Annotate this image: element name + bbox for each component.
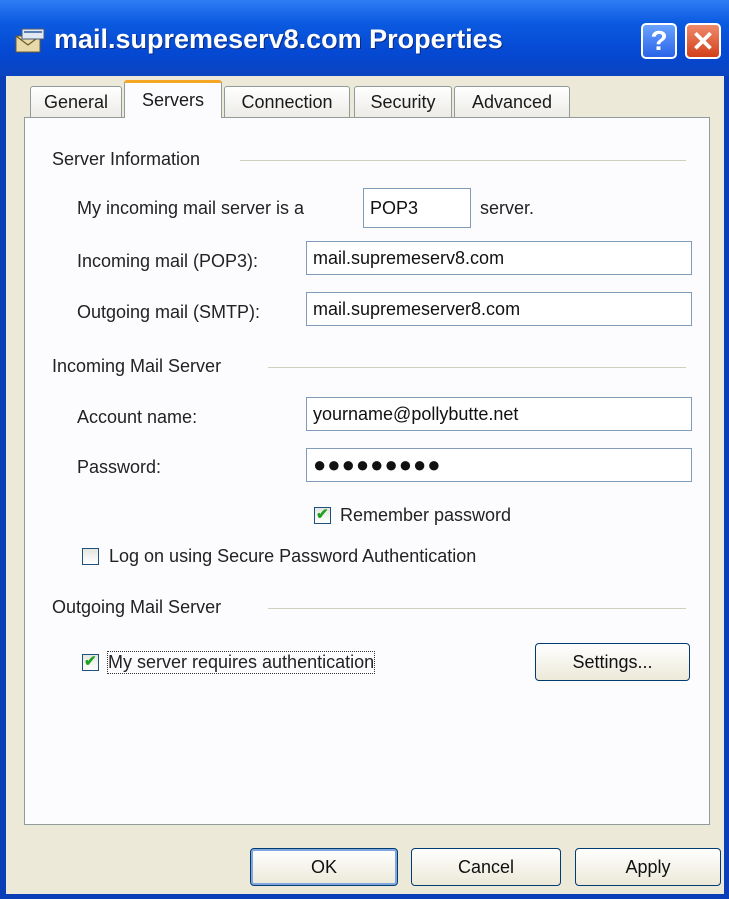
remember-password-label: Remember password (340, 505, 512, 525)
tab-label: Connection (241, 91, 333, 112)
incoming-type-label: My incoming mail server is a (77, 198, 305, 218)
tab-security[interactable]: Security (354, 86, 452, 117)
cancel-button[interactable]: Cancel (411, 848, 561, 886)
close-button[interactable]: ✕ (685, 23, 721, 59)
outgoing-mail-input[interactable]: mail.supremeserver8.com (306, 292, 692, 326)
outgoing-mail-label: Outgoing mail (SMTP): (77, 302, 261, 322)
divider (240, 160, 686, 161)
incoming-mail-label: Incoming mail (POP3): (77, 251, 259, 271)
server-information-heading: Server Information (52, 149, 209, 170)
tab-label: Security (370, 91, 436, 112)
divider (268, 608, 686, 609)
apply-button-label: Apply (625, 856, 671, 877)
checkmark-icon: ✔ (316, 506, 329, 523)
smtp-auth-checkbox[interactable]: ✔ (82, 653, 99, 671)
tab-label: Advanced (471, 91, 553, 112)
incoming-mail-server-heading: Incoming Mail Server (52, 356, 230, 377)
ok-button[interactable]: OK (250, 848, 398, 886)
spa-checkbox[interactable] (82, 548, 99, 565)
help-icon: ? (650, 25, 668, 56)
settings-button[interactable]: Settings... (535, 643, 690, 681)
tab-label: General (43, 91, 109, 112)
divider (268, 367, 686, 368)
close-icon: ✕ (691, 25, 715, 57)
ok-button-label: OK (310, 856, 337, 877)
apply-button[interactable]: Apply (575, 848, 721, 886)
tab-servers[interactable]: Servers (124, 80, 222, 118)
title-bar[interactable]: mail.supremeserv8.com Properties ? ✕ (0, 0, 729, 76)
smtp-auth-label: My server requires authentication (106, 651, 376, 674)
password-input[interactable]: ●●●●●●●●● (306, 448, 692, 482)
server-type-field: POP3 (363, 188, 471, 228)
password-label: Password: (77, 457, 162, 477)
properties-dialog: mail.supremeserv8.com Properties ? ✕ Gen… (0, 0, 729, 899)
account-name-input[interactable]: yourname@pollybutte.net (306, 397, 692, 431)
tab-connection[interactable]: Connection (224, 86, 350, 117)
help-button[interactable]: ? (641, 23, 677, 59)
outgoing-mail-server-heading: Outgoing Mail Server (52, 597, 230, 618)
incoming-mail-input[interactable]: mail.supremeserv8.com (306, 241, 692, 275)
tab-general[interactable]: General (30, 86, 122, 117)
mail-account-icon (15, 28, 45, 53)
tab-advanced[interactable]: Advanced (454, 86, 570, 117)
settings-button-label: Settings... (572, 651, 653, 672)
remember-password-checkbox[interactable]: ✔ (314, 506, 331, 524)
window-title: mail.supremeserv8.com Properties (54, 24, 503, 54)
cancel-button-label: Cancel (457, 856, 515, 877)
checkmark-icon: ✔ (84, 653, 97, 670)
server-type-suffix: server. (480, 198, 535, 218)
account-name-label: Account name: (77, 407, 198, 427)
spa-label: Log on using Secure Password Authenticat… (109, 546, 477, 566)
tab-label: Servers (141, 90, 204, 110)
